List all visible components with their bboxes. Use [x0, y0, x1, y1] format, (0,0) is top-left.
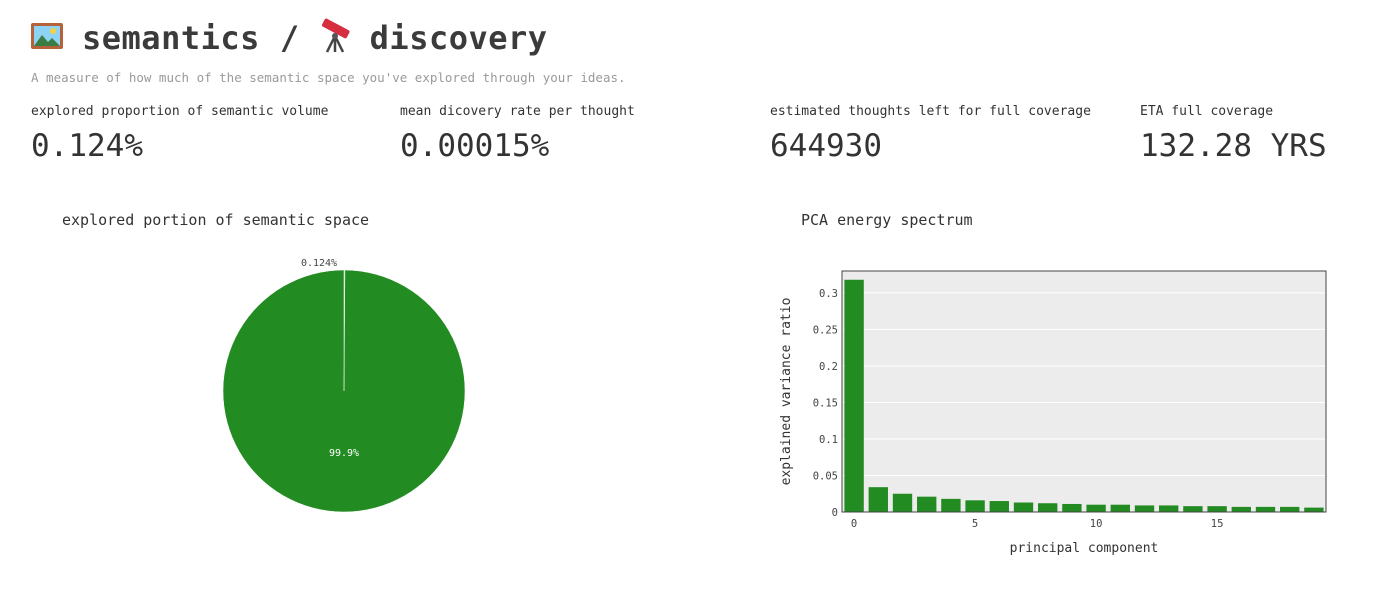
x-axis-label: principal component: [1010, 541, 1159, 556]
bar[interactable]: [892, 493, 913, 512]
pie-slice-label: 99.9%: [329, 448, 359, 459]
metric-discovery-rate: mean dicovery rate per thought 0.00015%: [400, 104, 635, 164]
bar[interactable]: [917, 496, 937, 512]
bar[interactable]: [1110, 504, 1130, 512]
metric-value: 0.124%: [31, 128, 143, 164]
metric-label: explored proportion of semantic volume: [31, 104, 329, 119]
metric-label: ETA full coverage: [1140, 104, 1274, 119]
metric-value: 0.00015%: [400, 128, 550, 164]
bar[interactable]: [1255, 506, 1276, 512]
bar[interactable]: [1207, 506, 1227, 512]
bar[interactable]: [965, 500, 985, 512]
y-axis-label: explained variance ratio: [779, 298, 794, 486]
y-tick-label: 0.3: [819, 288, 838, 300]
metric-label: mean dicovery rate per thought: [400, 104, 635, 119]
bar-chart-title: PCA energy spectrum: [801, 211, 973, 229]
y-tick-label: 0.1: [819, 434, 838, 446]
pie-chart: 0.124% 99.9%: [222, 258, 466, 513]
metric-value: 132.28 YRS: [1140, 128, 1327, 164]
metric-label: estimated thoughts left for full coverag…: [770, 104, 1091, 119]
metric-eta: ETA full coverage 132.28 YRS: [1140, 104, 1327, 164]
bar-chart: 0 0.05 0.1 0.15 0.2 0.25 0.3 0 5 10 15 principal co…: [779, 270, 1327, 556]
bar[interactable]: [989, 501, 1009, 512]
y-tick-label: 0.25: [813, 324, 838, 336]
bar[interactable]: [1183, 506, 1203, 512]
x-tick-label: 15: [1211, 518, 1224, 530]
pie-slice[interactable]: [222, 269, 466, 513]
bar[interactable]: [1280, 506, 1300, 512]
y-tick-label: 0.05: [813, 470, 838, 482]
bar[interactable]: [1231, 506, 1251, 512]
title-separator: /: [279, 19, 300, 57]
bar[interactable]: [1062, 503, 1082, 512]
metric-value: 644930: [770, 128, 882, 164]
y-tick-label: 0.15: [813, 397, 838, 409]
x-tick-label: 0: [851, 518, 857, 530]
bar[interactable]: [1086, 504, 1106, 512]
framed-picture-icon: [30, 22, 64, 54]
pie-slice-label: 0.124%: [301, 258, 337, 269]
page-header: semantics / discovery: [30, 18, 548, 58]
bar[interactable]: [1013, 502, 1034, 512]
x-tick-label: 5: [972, 518, 978, 530]
bar[interactable]: [941, 498, 961, 512]
y-tick-label: 0.2: [819, 361, 838, 373]
bar[interactable]: [1134, 505, 1155, 512]
pie-chart-title: explored portion of semantic space: [62, 211, 370, 229]
page-subtitle: A measure of how much of the semantic sp…: [31, 70, 626, 85]
bar[interactable]: [1159, 505, 1179, 512]
y-tick-label: 0: [832, 507, 838, 519]
title-b: discovery: [369, 19, 548, 57]
bar[interactable]: [1038, 503, 1058, 512]
metric-thoughts-left: estimated thoughts left for full coverag…: [770, 104, 1091, 164]
title-a: semantics: [82, 19, 260, 57]
bar[interactable]: [844, 279, 864, 512]
bar[interactable]: [1304, 507, 1324, 512]
x-tick-label: 10: [1090, 518, 1103, 530]
telescope-icon: [318, 18, 354, 58]
bar[interactable]: [868, 487, 888, 512]
metric-explored-proportion: explored proportion of semantic volume 0…: [31, 104, 328, 164]
